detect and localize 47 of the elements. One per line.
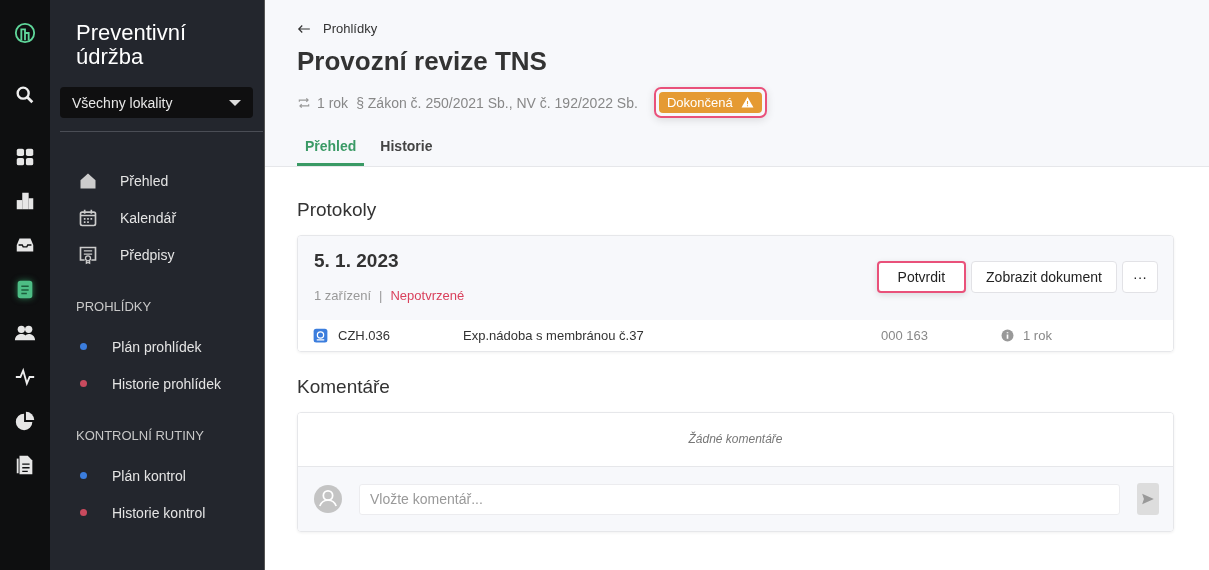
calendar-icon [78, 207, 98, 228]
nav-item[interactable]: Přehled [120, 172, 169, 189]
device-number: 000 163 [881, 328, 929, 343]
avatar-icon [314, 485, 342, 513]
section-heading: Protokoly [297, 199, 378, 221]
comment-field[interactable]: Vložte komentář... [359, 483, 1120, 515]
device-code: CZH.036 [338, 328, 391, 343]
pie-chart-icon[interactable] [14, 410, 36, 432]
interval-text: 1 rok [1023, 328, 1052, 343]
separator: | [379, 288, 383, 303]
search-icon[interactable] [14, 84, 36, 106]
buildings-icon[interactable] [14, 190, 36, 212]
nav-item[interactable]: Plán prohlídek [112, 338, 202, 355]
interval-text: 1 rok [317, 94, 349, 111]
grid-icon[interactable] [14, 146, 36, 168]
certificate-icon [78, 244, 98, 265]
location-select[interactable]: Všechny lokality [60, 87, 253, 118]
nav-item[interactable]: Historie prohlídek [112, 375, 221, 392]
protocol-date: 5. 1. 2023 [314, 250, 400, 272]
app-title: Preventivní údržba [76, 21, 188, 69]
empty-message: Žádné komentáře [298, 413, 1173, 467]
pulse-icon[interactable] [14, 366, 36, 388]
nav-item[interactable]: Kalendář [120, 209, 177, 226]
nav-item[interactable]: Historie kontrol [112, 504, 206, 521]
section-heading: Komentáře [297, 376, 391, 398]
confirm-button[interactable]: Potvrdit [876, 260, 967, 293]
nav-item[interactable]: Plán kontrol [112, 467, 186, 484]
status-text: Nepotvrzené [390, 288, 465, 303]
device-icon [313, 328, 328, 343]
device-count: 1 zařízení [314, 288, 372, 303]
caret-icon [229, 99, 241, 106]
tab[interactable]: Historie [372, 132, 441, 166]
page-title: Provozní revize TNS [297, 46, 548, 77]
more-button[interactable]: ··· [1122, 260, 1158, 293]
device-name: Exp.nádoba s membránou č.37 [463, 328, 645, 343]
send-icon [1141, 492, 1155, 506]
logo-icon[interactable] [14, 22, 36, 44]
view-document-button[interactable]: Zobrazit dokument [971, 260, 1117, 293]
section-heading: KONTROLNÍ RUTINY [76, 428, 205, 443]
nav-item[interactable]: Předpisy [120, 246, 175, 263]
warning-icon [740, 96, 754, 109]
status-badge: Dokončená [658, 92, 762, 113]
back-link[interactable]: Prohlídky [297, 21, 378, 36]
section-heading: PROHLÍDKY [76, 299, 153, 314]
info-icon [1001, 329, 1014, 342]
legislation-text: § Zákon č. 250/2021 Sb., NV č. 192/2022 Sb. [356, 94, 638, 111]
repeat-icon [297, 95, 311, 110]
